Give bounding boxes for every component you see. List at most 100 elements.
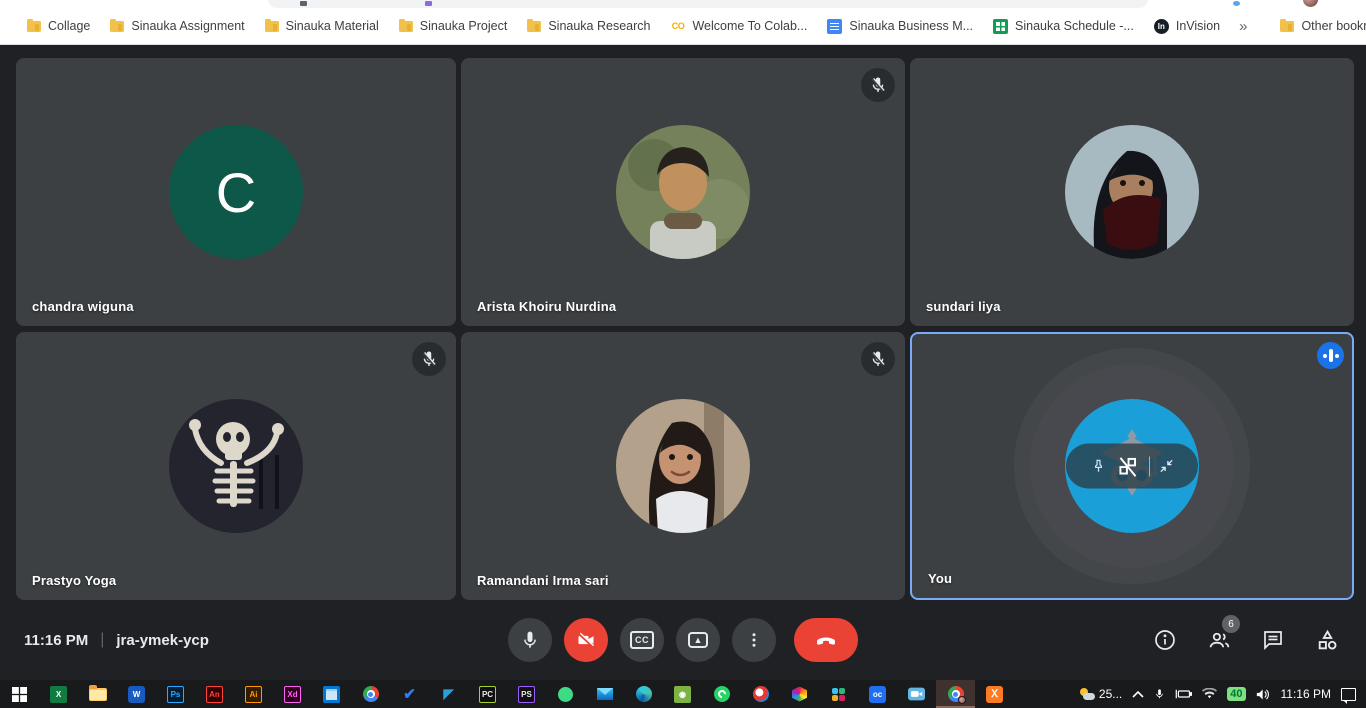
folder-icon xyxy=(265,21,279,32)
bookmark-sinauka-business[interactable]: Sinauka Business M... xyxy=(818,15,982,38)
chrome-icon xyxy=(948,686,964,702)
pycharm-icon: PC xyxy=(479,686,496,703)
extension-icon-fragment xyxy=(1233,1,1240,6)
vscode-icon: ◤ xyxy=(444,686,454,702)
participant-tile-you[interactable]: You xyxy=(910,332,1354,600)
mic-icon xyxy=(520,630,540,650)
tray-clock[interactable]: 11:16 PM xyxy=(1281,687,1331,701)
action-center-icon[interactable] xyxy=(1341,688,1356,701)
minimize-icon[interactable] xyxy=(1158,458,1175,475)
bookmark-sinauka-material[interactable]: Sinauka Material xyxy=(256,15,388,37)
bookmark-welcome-to-colab[interactable]: CO Welcome To Colab... xyxy=(661,15,816,38)
taskbar-whatsapp[interactable] xyxy=(702,680,741,708)
mic-button[interactable] xyxy=(508,618,552,662)
taskbar-slack[interactable] xyxy=(819,680,858,708)
mic-muted-icon xyxy=(861,68,895,102)
taskbar-calendar[interactable] xyxy=(312,680,351,708)
taskbar-pycharm[interactable]: PC xyxy=(468,680,507,708)
browser-profile-avatar[interactable] xyxy=(1303,0,1318,7)
audio-playing-indicator xyxy=(1317,342,1344,369)
bookmark-sinauka-research[interactable]: Sinauka Research xyxy=(518,15,659,37)
bookmark-label: Sinauka Business M... xyxy=(849,19,973,33)
participant-name: Prastyo Yoga xyxy=(32,573,116,588)
more-options-button[interactable] xyxy=(732,618,776,662)
chrome-icon xyxy=(363,686,379,702)
leave-call-button[interactable] xyxy=(794,618,858,662)
taskbar-file-explorer[interactable] xyxy=(78,680,117,708)
taskbar-vscode[interactable]: ◤ xyxy=(429,680,468,708)
remove-tile-icon[interactable] xyxy=(1115,453,1141,479)
taskbar-todo[interactable]: ✔ xyxy=(390,680,429,708)
participant-tile-arista[interactable]: Arista Khoiru Nurdina xyxy=(461,58,905,326)
taskbar-animate[interactable]: An xyxy=(195,680,234,708)
participant-tile-prastyo[interactable]: Prastyo Yoga xyxy=(16,332,456,600)
taskbar-edge[interactable] xyxy=(624,680,663,708)
bookmark-sinauka-project[interactable]: Sinauka Project xyxy=(390,15,517,37)
taskbar-illustrator[interactable]: Ai xyxy=(234,680,273,708)
tray-expand-chevron[interactable] xyxy=(1132,690,1144,698)
calendar-icon xyxy=(323,686,340,703)
folder-icon xyxy=(27,21,41,32)
video-camera-icon xyxy=(908,687,925,701)
bookmark-sinauka-schedule[interactable]: Sinauka Schedule -... xyxy=(984,15,1143,38)
tray-mic-icon[interactable] xyxy=(1154,687,1165,701)
colab-icon: CO xyxy=(670,19,685,34)
bookmark-label: Sinauka Research xyxy=(548,19,650,33)
bookmark-sinauka-assignment[interactable]: Sinauka Assignment xyxy=(101,15,253,37)
participant-tile-chandra-wiguna[interactable]: C chandra wiguna xyxy=(16,58,456,326)
other-bookmarks-button[interactable]: Other bookmarks xyxy=(1271,15,1366,37)
avatar-skeleton xyxy=(169,399,303,533)
illustrator-icon: Ai xyxy=(245,686,262,703)
participant-tile-sundari[interactable]: sundari liya xyxy=(910,58,1354,326)
taskbar-chrome[interactable] xyxy=(351,680,390,708)
bookmark-label: Sinauka Schedule -... xyxy=(1015,19,1134,33)
meeting-details[interactable]: 11:16 PM | jra-ymek-ycp xyxy=(24,631,209,649)
taskbar-hub[interactable] xyxy=(780,680,819,708)
captions-button[interactable]: CC xyxy=(620,618,664,662)
adobe-xd-icon: Xd xyxy=(284,686,301,703)
present-screen-button[interactable]: ▲ xyxy=(676,618,720,662)
bookmark-collage[interactable]: Collage xyxy=(18,15,99,37)
chat-button[interactable] xyxy=(1260,627,1286,653)
taskbar-mail[interactable] xyxy=(585,680,624,708)
taskbar-camera-app[interactable]: ◉ xyxy=(663,680,702,708)
weather-widget[interactable]: 25... xyxy=(1079,687,1122,701)
avatar-photo xyxy=(616,399,750,533)
wifi-icon[interactable] xyxy=(1202,688,1217,700)
hexagon-hub-icon xyxy=(792,687,807,702)
taskbar-owncloud[interactable]: oc xyxy=(858,680,897,708)
volume-icon[interactable] xyxy=(1256,688,1271,701)
participants-button[interactable]: 6 xyxy=(1206,627,1232,653)
bookmark-invision[interactable]: In InVision xyxy=(1145,15,1229,38)
divider: | xyxy=(100,631,104,649)
taskbar-screen-tool[interactable] xyxy=(741,680,780,708)
avatar xyxy=(616,125,750,259)
activities-button[interactable] xyxy=(1314,627,1340,653)
bookmark-label: Other bookmarks xyxy=(1301,19,1366,33)
taskbar-word[interactable]: W xyxy=(117,680,156,708)
meet-bottom-bar: 11:16 PM | jra-ymek-ycp CC ▲ xyxy=(0,600,1366,680)
start-button[interactable] xyxy=(0,680,39,708)
avatar-photo xyxy=(616,125,750,259)
slack-icon xyxy=(831,687,846,702)
whatsapp-icon xyxy=(714,686,730,702)
battery-pen-icon[interactable] xyxy=(1175,688,1192,700)
taskbar-phpstorm[interactable]: PS xyxy=(507,680,546,708)
taskbar-xampp[interactable]: ꓫ xyxy=(975,680,1014,708)
windows-logo-icon xyxy=(12,687,27,702)
taskbar-chrome-active[interactable] xyxy=(936,680,975,708)
avatar xyxy=(169,399,303,533)
battery-percent-badge[interactable]: 40 xyxy=(1227,687,1245,701)
google-sheets-icon xyxy=(993,19,1008,34)
taskbar-photoshop[interactable]: Ps xyxy=(156,680,195,708)
taskbar-adobe-xd[interactable]: Xd xyxy=(273,680,312,708)
taskbar-excel[interactable]: X xyxy=(39,680,78,708)
taskbar-video-call-app[interactable] xyxy=(897,680,936,708)
meeting-info-button[interactable] xyxy=(1152,627,1178,653)
camera-off-button[interactable] xyxy=(564,618,608,662)
pin-icon[interactable] xyxy=(1090,458,1107,475)
weather-icon xyxy=(1079,688,1095,700)
bookmarks-overflow-chevron[interactable]: » xyxy=(1231,16,1255,37)
participant-tile-ramandani[interactable]: Ramandani Irma sari xyxy=(461,332,905,600)
taskbar-android-emulator[interactable] xyxy=(546,680,585,708)
